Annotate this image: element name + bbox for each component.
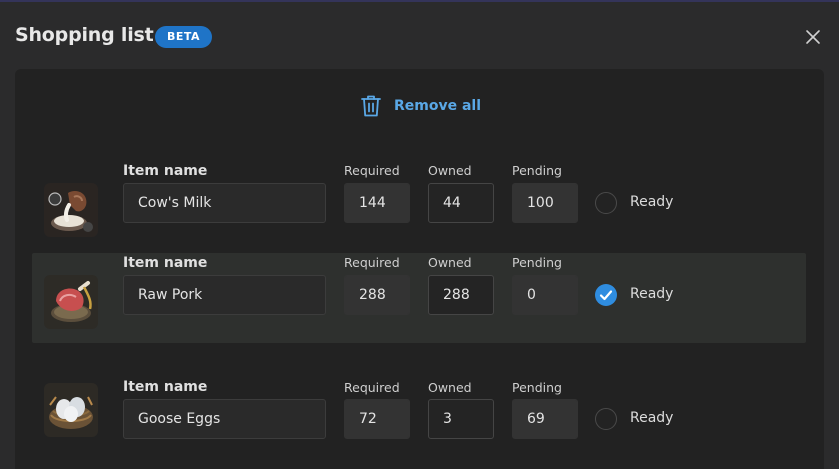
trash-icon: [361, 95, 381, 117]
item-name-field[interactable]: Cow's Milk: [123, 183, 326, 223]
required-label: Required: [344, 380, 400, 395]
dialog-title: Shopping list: [15, 24, 154, 46]
ready-checkbox[interactable]: [595, 192, 617, 214]
ready-checkbox[interactable]: [595, 408, 617, 430]
remove-all-button[interactable]: Remove all: [360, 93, 481, 119]
required-label: Required: [344, 255, 400, 270]
required-value: 72: [344, 399, 410, 439]
owned-input[interactable]: 44: [428, 183, 494, 223]
checkmark-icon: [599, 290, 613, 301]
pending-label: Pending: [512, 255, 562, 270]
pending-value: 0: [512, 275, 578, 315]
milk-jug-icon: [44, 183, 98, 237]
item-name-field[interactable]: Goose Eggs: [123, 399, 326, 439]
shopping-list-panel: Remove all Item name Cow's Milk Required…: [15, 69, 824, 469]
item-name-label: Item name: [123, 255, 208, 271]
owned-label: Owned: [428, 255, 472, 270]
beta-badge: BETA: [155, 26, 213, 48]
close-button[interactable]: [802, 26, 824, 48]
ready-label: Ready: [630, 194, 674, 210]
required-label: Required: [344, 163, 400, 178]
list-item: Item name Goose Eggs Required 72 Owned 3…: [32, 369, 806, 459]
owned-input[interactable]: 288: [428, 275, 494, 315]
required-value: 144: [344, 183, 410, 223]
ready-label: Ready: [630, 410, 674, 426]
item-name-field[interactable]: Raw Pork: [123, 275, 326, 315]
remove-all-label: Remove all: [394, 98, 482, 114]
dialog-header: Shopping list BETA: [0, 2, 839, 68]
pending-value: 100: [512, 183, 578, 223]
ready-label: Ready: [630, 286, 674, 302]
list-item: Item name Cow's Milk Required 144 Owned …: [32, 161, 806, 251]
item-name-label: Item name: [123, 379, 208, 395]
item-name-label: Item name: [123, 163, 208, 179]
raw-pork-icon: [44, 275, 98, 329]
close-icon: [806, 30, 820, 44]
ready-checkbox[interactable]: [595, 284, 617, 306]
list-item: Item name Raw Pork Required 288 Owned 28…: [32, 253, 806, 343]
goose-eggs-icon: [44, 383, 98, 437]
owned-label: Owned: [428, 163, 472, 178]
pending-value: 69: [512, 399, 578, 439]
owned-label: Owned: [428, 380, 472, 395]
pending-label: Pending: [512, 163, 562, 178]
pending-label: Pending: [512, 380, 562, 395]
owned-input[interactable]: 3: [428, 399, 494, 439]
required-value: 288: [344, 275, 410, 315]
